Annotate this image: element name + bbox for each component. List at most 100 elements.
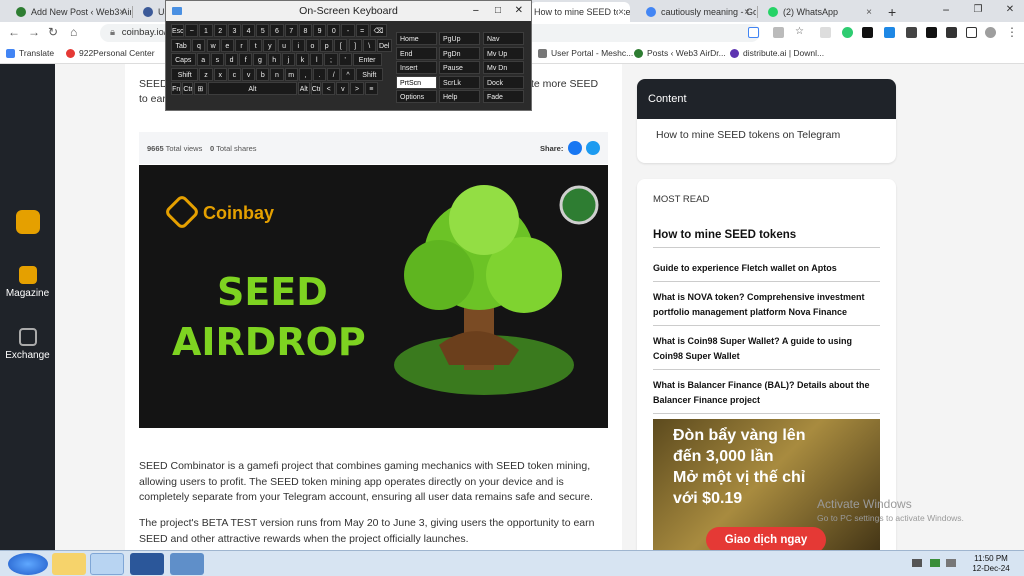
clock[interactable]: 11:50 PM 12-Dec-24 bbox=[962, 554, 1020, 574]
osk-side-key[interactable]: Nav bbox=[483, 32, 524, 45]
extension-icon[interactable] bbox=[906, 27, 917, 38]
advertisement-banner[interactable]: Đòn bẩy vàng lên đến 3,000 lần Mở một vị… bbox=[653, 419, 880, 550]
osk-key[interactable]: 8 bbox=[298, 24, 312, 37]
osk-key[interactable]: f bbox=[239, 53, 253, 66]
osk-key[interactable]: j bbox=[281, 53, 295, 66]
ad-cta-button[interactable]: Giao dịch ngay bbox=[706, 527, 826, 550]
maximize-button[interactable]: ❐ bbox=[962, 0, 994, 22]
osk-key[interactable]: o bbox=[305, 38, 320, 52]
osk-key[interactable]: l bbox=[310, 53, 324, 66]
osk-key[interactable]: Ctrl bbox=[182, 82, 193, 95]
osk-key[interactable]: e bbox=[220, 38, 234, 52]
back-icon[interactable]: ← bbox=[8, 25, 20, 39]
tab-how-to-mine-seed[interactable]: How to mine SEED tokens × bbox=[530, 2, 630, 22]
osk-key[interactable]: b bbox=[256, 67, 270, 81]
osk-key[interactable]: d bbox=[224, 53, 239, 66]
osk-key[interactable]: i bbox=[291, 38, 305, 52]
bookmark-distribute-ai[interactable]: distribute.ai | Downl... bbox=[730, 48, 824, 58]
osk-key[interactable]: ⊞ bbox=[193, 82, 207, 95]
osk-key[interactable]: - bbox=[341, 24, 355, 37]
tray-icons[interactable] bbox=[912, 559, 922, 567]
twitter-share-icon[interactable] bbox=[586, 141, 600, 155]
osk-side-key[interactable]: ScrLk bbox=[439, 75, 480, 89]
osk-key[interactable]: r bbox=[234, 38, 249, 52]
osk-key[interactable]: 6 bbox=[270, 24, 284, 37]
osk-key[interactable]: y bbox=[263, 38, 277, 52]
osk-key[interactable]: s bbox=[210, 53, 224, 66]
osk-key[interactable]: u bbox=[277, 38, 291, 52]
osk-key[interactable]: p bbox=[320, 38, 334, 52]
osk-side-key[interactable]: Pause bbox=[439, 61, 480, 74]
osk-key[interactable]: 9 bbox=[313, 24, 327, 37]
osk-side-key[interactable]: PgUp bbox=[439, 32, 480, 45]
start-button[interactable] bbox=[8, 553, 48, 575]
osk-key[interactable]: . bbox=[313, 67, 327, 81]
osk-key[interactable]: Alt bbox=[207, 82, 297, 95]
osk-side-key[interactable]: Options bbox=[396, 90, 437, 103]
osk-side-key[interactable]: PgDn bbox=[439, 46, 480, 60]
osk-side-key[interactable]: Mv Up bbox=[483, 46, 524, 60]
tab-add-new-post[interactable]: Add New Post ‹ Web3 AirDr × bbox=[6, 2, 131, 22]
osk-key[interactable]: 4 bbox=[242, 24, 256, 37]
extension-icon[interactable] bbox=[842, 27, 853, 38]
nav-magazine[interactable]: Magazine bbox=[0, 266, 55, 299]
osk-key[interactable]: Esc bbox=[171, 24, 185, 37]
osk-key[interactable]: v bbox=[242, 67, 256, 81]
facebook-share-icon[interactable] bbox=[568, 141, 582, 155]
osk-key[interactable]: x bbox=[213, 67, 227, 81]
osk-key[interactable]: a bbox=[196, 53, 210, 66]
osk-key[interactable]: 0 bbox=[327, 24, 341, 37]
toc-link[interactable]: How to mine SEED tokens on Telegram bbox=[637, 119, 896, 141]
osk-key[interactable]: ⌫ bbox=[369, 24, 388, 37]
featured-article-link[interactable]: How to mine SEED tokens bbox=[653, 228, 880, 248]
tab-close-icon[interactable]: × bbox=[119, 7, 125, 18]
tab-use[interactable]: Use bbox=[133, 2, 167, 22]
tab-google-search[interactable]: cautiously meaning - Goo × bbox=[636, 2, 756, 22]
most-read-item[interactable]: What is NOVA token? Comprehensive invest… bbox=[653, 290, 880, 326]
tab-close-icon[interactable]: × bbox=[866, 7, 872, 18]
osk-key[interactable]: > bbox=[350, 82, 364, 95]
osk-key[interactable]: n bbox=[270, 67, 284, 81]
osk-key[interactable]: Alt bbox=[297, 82, 310, 95]
extension-icon[interactable] bbox=[820, 27, 831, 38]
osk-key[interactable]: z bbox=[199, 67, 213, 81]
google-lens-icon[interactable] bbox=[748, 27, 759, 38]
osk-key[interactable]: , bbox=[298, 67, 312, 81]
forward-icon[interactable]: → bbox=[28, 25, 40, 39]
osk-key[interactable]: g bbox=[253, 53, 267, 66]
file-explorer-icon[interactable] bbox=[52, 553, 86, 575]
osk-key[interactable]: [ bbox=[334, 38, 348, 52]
osk-key[interactable]: < bbox=[322, 82, 336, 95]
osk-side-key[interactable]: Mv Dn bbox=[483, 61, 524, 74]
home-icon[interactable]: ⌂ bbox=[70, 25, 77, 39]
osk-key[interactable]: c bbox=[227, 67, 241, 81]
osk-side-key[interactable]: Fade bbox=[483, 90, 524, 103]
osk-key[interactable]: Caps bbox=[171, 53, 196, 66]
most-read-item[interactable]: What is Balancer Finance (BAL)? Details … bbox=[653, 378, 880, 414]
side-panel-icon[interactable] bbox=[966, 27, 977, 38]
osk-key[interactable]: k bbox=[295, 53, 310, 66]
extension-icon[interactable] bbox=[926, 27, 937, 38]
extension-icon[interactable] bbox=[884, 27, 895, 38]
most-read-item[interactable]: Guide to experience Fletch wallet on Apt… bbox=[653, 261, 880, 282]
osk-minimize-button[interactable]: − bbox=[473, 1, 479, 21]
osk-key[interactable]: 2 bbox=[213, 24, 227, 37]
osk-key[interactable]: 7 bbox=[284, 24, 298, 37]
osk-side-key[interactable]: PrtScn bbox=[396, 75, 437, 89]
osk-key[interactable]: = bbox=[355, 24, 369, 37]
word-icon[interactable] bbox=[130, 553, 164, 575]
osk-key[interactable]: ≡ bbox=[364, 82, 378, 95]
osk-key[interactable]: Shift bbox=[355, 67, 383, 81]
osk-key[interactable]: v bbox=[336, 82, 350, 95]
new-tab-button[interactable]: + bbox=[882, 2, 906, 22]
reload-icon[interactable]: ↻ bbox=[48, 25, 58, 39]
osk-key[interactable]: 5 bbox=[256, 24, 270, 37]
osk-key[interactable]: ; bbox=[324, 53, 338, 66]
osk-key[interactable]: 1 bbox=[199, 24, 213, 37]
osk-key[interactable]: Tab bbox=[171, 38, 192, 52]
bookmark-user-portal[interactable]: User Portal - Meshc... bbox=[538, 48, 633, 58]
osk-maximize-button[interactable]: □ bbox=[495, 1, 501, 21]
osk-key[interactable]: h bbox=[267, 53, 281, 66]
nav-coinbay-logo[interactable] bbox=[0, 210, 55, 238]
bookmark-star-icon[interactable]: ☆ bbox=[795, 27, 806, 38]
